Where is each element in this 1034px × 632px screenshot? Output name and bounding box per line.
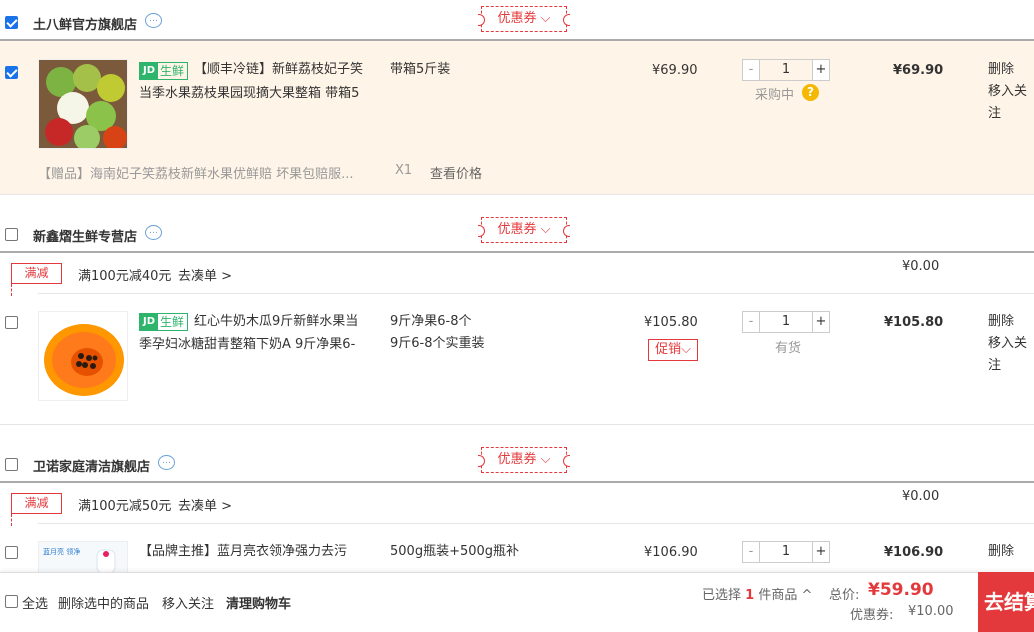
total-price: ¥59.90 xyxy=(868,580,934,600)
coupon-label: 优惠券: xyxy=(850,608,894,623)
divider xyxy=(0,481,1034,483)
total-label: 总价: xyxy=(829,588,860,603)
coupon-button[interactable]: 优惠券 ⌵ xyxy=(478,217,570,243)
item-subtotal: ¥106.90 xyxy=(884,545,944,560)
item-subtotal: ¥69.90 xyxy=(893,63,944,78)
svg-text:蓝月亮 领净: 蓝月亮 领净 xyxy=(43,547,80,556)
product-image-lychee[interactable] xyxy=(38,59,128,149)
unit-price: ¥105.80 xyxy=(644,315,698,330)
chat-icon[interactable]: … xyxy=(145,13,162,28)
item-checkbox[interactable] xyxy=(5,546,18,559)
coupon-button[interactable]: 优惠券 ⌵ xyxy=(478,447,570,473)
product-title[interactable]: 【品牌主推】蓝月亮衣领净强力去污 xyxy=(139,540,379,564)
product-image-papaya[interactable] xyxy=(38,311,128,401)
product-spec: 9斤净果6-8个 xyxy=(390,314,472,329)
increase-button[interactable]: + xyxy=(812,311,830,333)
gift-text[interactable]: 【赠品】海南妃子笑荔枝新鲜水果优鲜赔 坏果包赔服... xyxy=(38,163,354,182)
quantity-stepper[interactable]: - 1 + xyxy=(742,311,830,333)
divider xyxy=(0,424,1034,425)
promo-discount: ¥0.00 xyxy=(902,489,940,504)
quantity-stepper[interactable]: - 1 + xyxy=(742,541,830,563)
gift-count: X1 xyxy=(395,163,413,178)
product-spec: 500g瓶装+500g瓶补 xyxy=(390,544,520,559)
increase-button[interactable]: + xyxy=(812,541,830,563)
quantity-input[interactable]: 1 xyxy=(760,311,812,333)
unit-price: ¥69.90 xyxy=(652,63,698,78)
delete-link[interactable]: 删除 xyxy=(988,541,1014,563)
shop-checkbox[interactable] xyxy=(5,16,18,29)
decrease-button[interactable]: - xyxy=(742,311,760,333)
gift-price-link[interactable]: 查看价格 xyxy=(430,163,482,182)
product-title[interactable]: 【顺丰冷链】新鲜荔枝妃子笑 xyxy=(194,58,384,82)
quantity-input[interactable]: 1 xyxy=(760,59,812,81)
divider xyxy=(38,523,1034,524)
chat-icon[interactable]: … xyxy=(158,455,175,470)
help-icon[interactable]: ? xyxy=(802,84,819,101)
select-all-label[interactable]: 全选 xyxy=(22,593,48,612)
product-title-line2[interactable]: 季孕妇冰糖甜青整箱下奶A 9斤净果6- xyxy=(139,333,379,357)
stock-status: 有货 xyxy=(775,341,802,356)
product-spec: 带箱5斤装 xyxy=(390,62,451,77)
divider xyxy=(38,293,1034,294)
move-to-fav-link[interactable]: 移入关注 xyxy=(988,81,1034,125)
promo-badge: 满减 xyxy=(11,263,62,284)
promo-connector xyxy=(11,284,12,296)
chat-icon[interactable]: … xyxy=(145,225,162,240)
coupon-button[interactable]: 优惠券 ⌵ xyxy=(478,6,570,32)
delete-link[interactable]: 删除 xyxy=(988,311,1014,333)
move-to-fav-link[interactable]: 移入关注 xyxy=(988,333,1034,377)
delete-selected-link[interactable]: 删除选中的商品 xyxy=(58,593,149,612)
product-image-detergent[interactable]: 蓝月亮 领净 xyxy=(38,541,128,572)
select-all-checkbox[interactable] xyxy=(5,595,18,608)
divider xyxy=(0,251,1034,253)
item-checkbox[interactable] xyxy=(5,316,18,329)
increase-button[interactable]: + xyxy=(812,59,830,81)
promo-text: 满100元减40元 xyxy=(78,269,172,284)
fresh-tag: JD 生鲜 xyxy=(139,313,189,331)
quantity-stepper[interactable]: - 1 + xyxy=(742,59,830,81)
add-more-link[interactable]: 去凑单 > xyxy=(178,265,232,284)
quantity-input[interactable]: 1 xyxy=(760,541,812,563)
shop-name[interactable]: 土八鲜官方旗舰店 xyxy=(33,14,137,33)
item-subtotal: ¥105.80 xyxy=(884,315,944,330)
promo-discount: ¥0.00 xyxy=(902,259,940,274)
decrease-button[interactable]: - xyxy=(742,541,760,563)
unit-price: ¥106.90 xyxy=(644,545,698,560)
selected-count: 1 xyxy=(745,588,755,603)
chevron-up-icon: ^ xyxy=(801,588,813,603)
fresh-tag: JD 生鲜 xyxy=(139,62,189,80)
item-checkbox[interactable] xyxy=(5,66,18,79)
promo-badge: 满减 xyxy=(11,493,62,514)
shop-checkbox[interactable] xyxy=(5,458,18,471)
product-title-line2[interactable]: 当季水果荔枝果园现摘大果整箱 带箱5 xyxy=(139,82,379,106)
move-to-fav-link[interactable]: 移入关注 xyxy=(162,593,214,612)
delete-link[interactable]: 删除 xyxy=(988,59,1014,81)
add-more-link[interactable]: 去凑单 > xyxy=(178,495,232,514)
decrease-button[interactable]: - xyxy=(742,59,760,81)
divider xyxy=(0,194,1034,195)
promo-connector xyxy=(11,514,12,526)
selected-summary[interactable]: 已选择 1 件商品 ^ xyxy=(702,584,812,603)
product-title[interactable]: 红心牛奶木瓜9斤新鲜水果当 xyxy=(194,310,384,334)
clear-cart-link[interactable]: 清理购物车 xyxy=(226,593,291,612)
shop-name[interactable]: 卫诺家庭清洁旗舰店 xyxy=(33,456,150,475)
promo-text: 满100元减50元 xyxy=(78,499,172,514)
coupon-amount: ¥10.00 xyxy=(908,604,954,619)
stock-status: 采购中 xyxy=(755,88,795,103)
shop-name[interactable]: 新鑫熠生鲜专营店 xyxy=(33,226,137,245)
shop-checkbox[interactable] xyxy=(5,228,18,241)
product-spec-line2: 9斤6-8个实重装 xyxy=(390,336,485,351)
checkout-button[interactable]: 去结算 xyxy=(978,572,1034,632)
promotion-dropdown[interactable]: 促销⌵ xyxy=(648,339,698,361)
